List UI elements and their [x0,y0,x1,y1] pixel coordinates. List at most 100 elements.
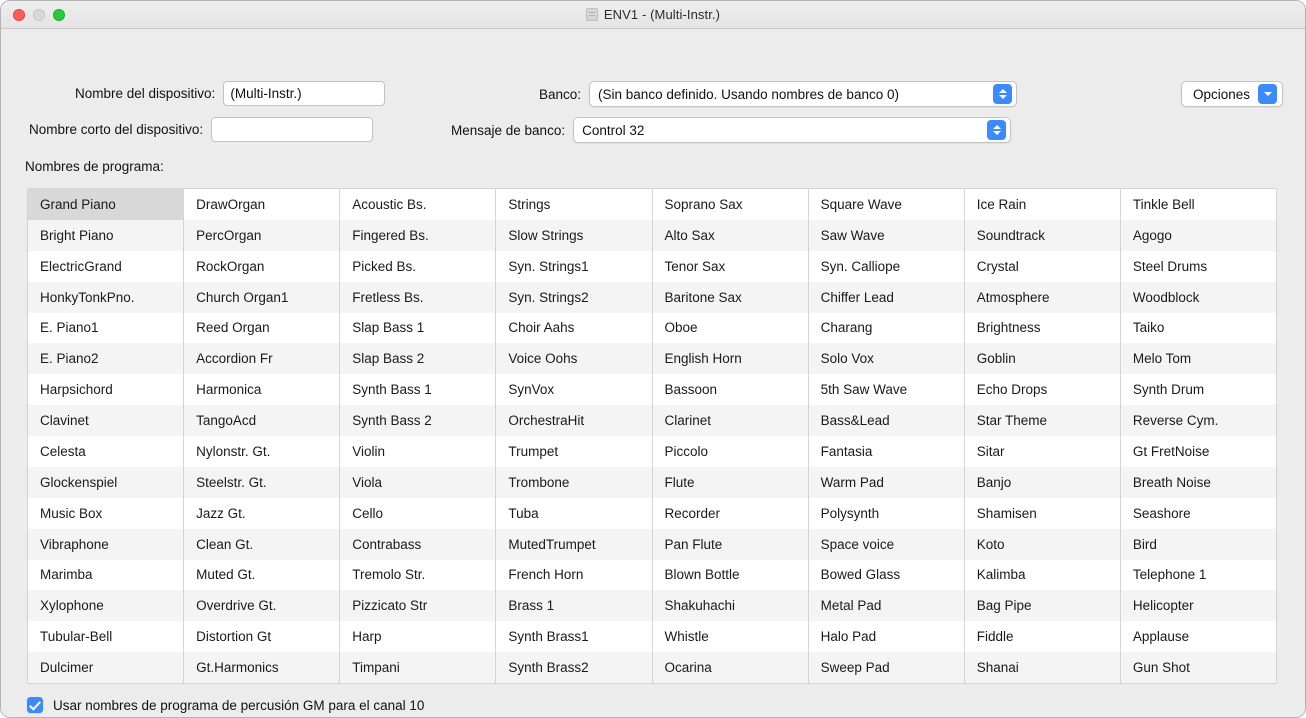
program-cell[interactable]: E. Piano1 [28,313,183,344]
program-names-grid[interactable]: Grand PianoBright PianoElectricGrandHonk… [27,188,1277,684]
program-cell[interactable]: Solo Vox [809,343,964,374]
close-button[interactable] [13,9,25,21]
program-cell[interactable]: MutedTrumpet [496,529,651,560]
program-cell[interactable]: DrawOrgan [184,189,339,220]
program-cell[interactable]: Brass 1 [496,590,651,621]
program-cell[interactable]: Bag Pipe [965,590,1120,621]
program-cell[interactable]: ElectricGrand [28,251,183,282]
program-cell[interactable]: OrchestraHit [496,405,651,436]
program-cell[interactable]: Tubular-Bell [28,621,183,652]
program-cell[interactable]: Bassoon [653,374,808,405]
options-button[interactable]: Opciones [1181,81,1283,107]
program-cell[interactable]: Contrabass [340,529,495,560]
program-cell[interactable]: Pizzicato Str [340,590,495,621]
gm-percussion-row[interactable]: Usar nombres de programa de percusión GM… [27,697,424,713]
program-cell[interactable]: Whistle [653,621,808,652]
program-cell[interactable]: Vibraphone [28,529,183,560]
program-cell[interactable]: Shakuhachi [653,590,808,621]
program-cell[interactable]: Synth Drum [1121,374,1276,405]
program-cell[interactable]: Atmosphere [965,282,1120,313]
program-cell[interactable]: Harpsichord [28,374,183,405]
program-cell[interactable]: French Horn [496,560,651,591]
program-cell[interactable]: Steel Drums [1121,251,1276,282]
program-cell[interactable]: 5th Saw Wave [809,374,964,405]
program-cell[interactable]: Shanai [965,652,1120,683]
program-cell[interactable]: E. Piano2 [28,343,183,374]
chevron-up-down-icon[interactable] [987,120,1006,140]
program-cell[interactable]: Sweep Pad [809,652,964,683]
program-cell[interactable]: Alto Sax [653,220,808,251]
program-cell[interactable]: Fiddle [965,621,1120,652]
program-cell[interactable]: Syn. Strings2 [496,282,651,313]
program-cell[interactable]: Clean Gt. [184,529,339,560]
program-cell[interactable]: Voice Oohs [496,343,651,374]
program-cell[interactable]: Fretless Bs. [340,282,495,313]
program-cell[interactable]: Slap Bass 1 [340,313,495,344]
program-cell[interactable]: Muted Gt. [184,560,339,591]
program-cell[interactable]: Timpani [340,652,495,683]
program-cell[interactable]: Sitar [965,436,1120,467]
program-cell[interactable]: Charang [809,313,964,344]
program-cell[interactable]: Crystal [965,251,1120,282]
program-cell[interactable]: Syn. Strings1 [496,251,651,282]
program-cell[interactable]: Viola [340,467,495,498]
program-cell[interactable]: Goblin [965,343,1120,374]
program-cell[interactable]: Synth Bass 2 [340,405,495,436]
program-cell[interactable]: Glockenspiel [28,467,183,498]
program-cell[interactable]: Gun Shot [1121,652,1276,683]
program-cell[interactable]: Fingered Bs. [340,220,495,251]
program-cell[interactable]: TangoAcd [184,405,339,436]
program-cell[interactable]: Banjo [965,467,1120,498]
program-cell[interactable]: SynVox [496,374,651,405]
program-cell[interactable]: Chiffer Lead [809,282,964,313]
program-cell[interactable]: Accordion Fr [184,343,339,374]
program-cell[interactable]: Polysynth [809,498,964,529]
program-cell[interactable]: Trumpet [496,436,651,467]
program-cell[interactable]: Ice Rain [965,189,1120,220]
program-cell[interactable]: PercOrgan [184,220,339,251]
program-cell[interactable]: Space voice [809,529,964,560]
program-cell[interactable]: Gt FretNoise [1121,436,1276,467]
program-cell[interactable]: Baritone Sax [653,282,808,313]
program-cell[interactable]: Applause [1121,621,1276,652]
program-cell[interactable]: Picked Bs. [340,251,495,282]
program-cell[interactable]: HonkyTonkPno. [28,282,183,313]
program-cell[interactable]: Woodblock [1121,282,1276,313]
device-name-input[interactable]: (Multi-Instr.) [223,81,385,106]
program-cell[interactable]: Koto [965,529,1120,560]
program-cell[interactable]: Melo Tom [1121,343,1276,374]
program-cell[interactable]: Seashore [1121,498,1276,529]
zoom-button[interactable] [53,9,65,21]
program-cell[interactable]: Halo Pad [809,621,964,652]
program-cell[interactable]: Overdrive Gt. [184,590,339,621]
program-cell[interactable]: Slap Bass 2 [340,343,495,374]
program-cell[interactable]: Kalimba [965,560,1120,591]
bank-popup-menu[interactable]: (Sin banco definido. Usando nombres de b… [589,81,1017,107]
program-cell[interactable]: Brightness [965,313,1120,344]
program-cell[interactable]: Harp [340,621,495,652]
program-cell[interactable]: Blown Bottle [653,560,808,591]
program-cell[interactable]: Bright Piano [28,220,183,251]
program-cell[interactable]: Pan Flute [653,529,808,560]
program-cell[interactable]: Taiko [1121,313,1276,344]
program-cell[interactable]: Echo Drops [965,374,1120,405]
program-cell[interactable]: Harmonica [184,374,339,405]
program-cell[interactable]: Soprano Sax [653,189,808,220]
program-cell[interactable]: Jazz Gt. [184,498,339,529]
program-cell[interactable]: Nylonstr. Gt. [184,436,339,467]
program-cell[interactable]: Gt.Harmonics [184,652,339,683]
program-cell[interactable]: Ocarina [653,652,808,683]
program-cell[interactable]: Piccolo [653,436,808,467]
program-cell[interactable]: Square Wave [809,189,964,220]
program-cell[interactable]: Synth Bass 1 [340,374,495,405]
short-name-input[interactable] [211,117,373,142]
chevron-up-down-icon[interactable] [993,84,1012,104]
program-cell[interactable]: Grand Piano [28,189,183,220]
program-cell[interactable]: Tenor Sax [653,251,808,282]
program-cell[interactable]: Warm Pad [809,467,964,498]
program-cell[interactable]: Strings [496,189,651,220]
program-cell[interactable]: Flute [653,467,808,498]
program-cell[interactable]: Telephone 1 [1121,560,1276,591]
program-cell[interactable]: Saw Wave [809,220,964,251]
program-cell[interactable]: Oboe [653,313,808,344]
